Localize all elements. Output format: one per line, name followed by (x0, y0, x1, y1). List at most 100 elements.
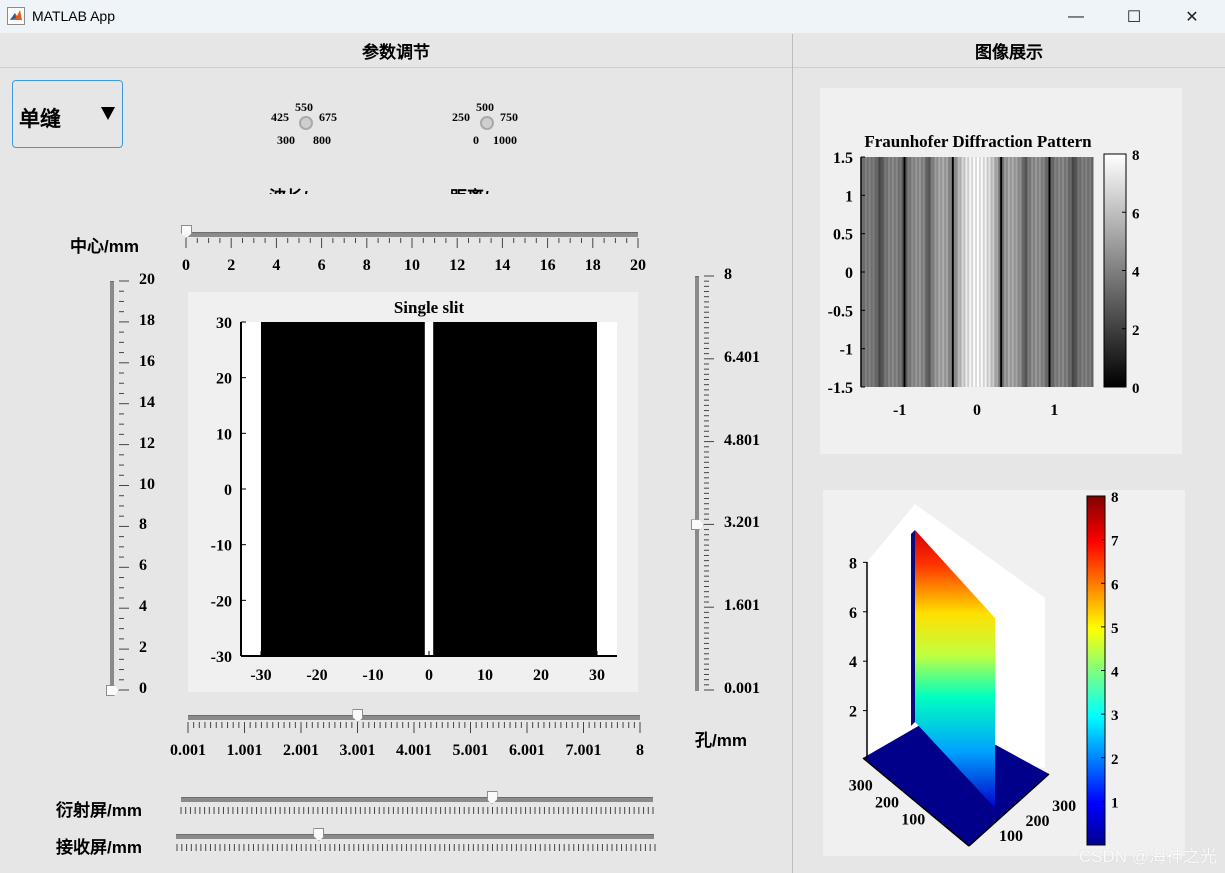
knob-tick: 675 (319, 110, 337, 124)
center-slider-tick-label: 18 (584, 257, 601, 274)
surface-ridge-side (911, 530, 915, 726)
surface-plot: 864230020010010020030087654321 (849, 490, 1119, 847)
diffraction-screen-slider-ticks (180, 807, 654, 814)
colorbar-tick-label: 8 (1132, 148, 1140, 164)
center-slider-tick-label: 0 (182, 257, 190, 274)
colorbar-tick-label: 6 (1111, 577, 1119, 593)
colorbar-tick-label: 5 (1111, 621, 1119, 637)
hole-vertical-slider-track[interactable] (695, 276, 699, 691)
hole-slider-tick-label: 8 (724, 266, 732, 283)
bottom-slider-tick-label: 5.001 (452, 742, 489, 759)
x-tick-label: 300 (849, 777, 873, 794)
minimize-icon: — (1068, 7, 1084, 25)
colorbar-tick-label: 4 (1132, 265, 1140, 281)
slit-mode-selected: 单缝 (19, 108, 61, 131)
slit-mode-dropdown[interactable]: 单缝 (12, 80, 123, 148)
hole-slider-tick-label: 6.401 (724, 348, 760, 366)
hole-label: 孔/mm (695, 731, 747, 750)
y-tick-label: 10 (216, 426, 232, 443)
hole-slider-tick-label: 0.001 (724, 680, 760, 697)
colorbar-tick-label: 3 (1111, 708, 1119, 724)
knob-tick: 550 (295, 100, 313, 114)
caret-down-icon (101, 107, 115, 120)
close-button[interactable]: ✕ (1163, 0, 1221, 33)
z-tick-label: 6 (849, 605, 857, 622)
pattern-stripe (1091, 157, 1094, 387)
knob-tick: 425 (271, 110, 289, 124)
close-icon: ✕ (1185, 8, 1199, 26)
x-tick-label: 10 (477, 667, 493, 684)
y-tick-label: 30 (216, 315, 232, 332)
wavelength-label: 波长/nm (269, 183, 355, 194)
colorbar-tick-label: 6 (1132, 206, 1140, 222)
y-tick-label: 20 (216, 371, 232, 388)
wavelength-knob[interactable] (299, 116, 313, 130)
knob-tick: 500 (476, 100, 494, 114)
y-tick-label: 1 (845, 188, 853, 205)
y-tick-label: -1 (840, 342, 853, 359)
diffraction-screen-label: 衍射屏/mm (56, 801, 142, 820)
y-tick-label: 1.5 (833, 150, 853, 167)
left-slider-tick-label: 4 (139, 598, 147, 616)
center-slider-tick-label: 10 (404, 257, 420, 274)
center-slider-tick-label: 4 (272, 257, 281, 274)
colorbar-tick-label: 4 (1111, 665, 1119, 681)
x-tick-label: 200 (875, 795, 899, 812)
hole-vertical-slider-ticks (704, 275, 714, 691)
z-tick-label: 8 (849, 555, 857, 572)
x-tick-label: 0 (425, 667, 433, 684)
y-tick-label: 100 (999, 828, 1023, 845)
z-tick-label: 4 (849, 654, 857, 671)
y-tick-label: -20 (211, 593, 232, 610)
colorbar-tick-label: 2 (1132, 323, 1140, 339)
bottom-slider-tick-label: 8 (636, 742, 644, 759)
left-slider-tick-label: 10 (139, 475, 155, 493)
x-tick-label: 0 (973, 402, 981, 419)
knob-tick: 750 (500, 110, 518, 124)
knob-tick: 300 (277, 133, 295, 147)
left-vertical-slider-track[interactable] (110, 281, 114, 691)
bottom-slider-ticks (187, 722, 641, 733)
knob-tick: 1000 (493, 133, 517, 147)
hole-slider-tick-label: 1.601 (724, 597, 760, 615)
hole-slider-tick-label: 4.801 (724, 431, 760, 449)
left-slider-tick-label: 8 (139, 516, 147, 534)
left-slider-tick-label: 20 (139, 271, 155, 288)
y-tick-label: 0 (845, 265, 853, 282)
left-slider-tick-label: 0 (139, 680, 147, 697)
maximize-button[interactable]: ☐ (1105, 0, 1163, 33)
distance-knob-group: 500 250 750 0 1000 距离/mm (446, 100, 536, 194)
center-label: 中心/mm (70, 237, 139, 256)
colorbar-tick-label: 1 (1111, 795, 1119, 811)
left-slider-tick-label: 12 (139, 434, 155, 452)
left-slider-tick-label: 18 (139, 311, 155, 329)
window-title: MATLAB App (32, 8, 116, 24)
center-slider-tick-label: 2 (227, 257, 236, 274)
receiving-screen-slider-track[interactable] (176, 834, 654, 839)
matlab-icon (7, 7, 25, 25)
bottom-slider-tick-label: 0.001 (170, 742, 206, 759)
image-display-panel-title: 图像展示 (793, 34, 1225, 68)
x-tick-label: -30 (250, 667, 271, 684)
x-tick-label: -20 (306, 667, 327, 684)
z-tick-label: 2 (849, 704, 857, 721)
diffraction-screen-slider-track[interactable] (181, 797, 653, 802)
x-tick-label: -10 (362, 667, 383, 684)
y-tick-label: -0.5 (828, 303, 853, 320)
colorbar-tick-label: 8 (1111, 490, 1119, 506)
knob-tick: 800 (313, 133, 331, 147)
left-slider-tick-label: 2 (139, 639, 147, 657)
left-slider-tick-label: 6 (139, 557, 147, 575)
bottom-slider-tick-label: 2.001 (283, 742, 319, 759)
x-tick-label: 30 (589, 667, 605, 684)
y-tick-label: -1.5 (828, 380, 853, 397)
receiving-screen-slider-ticks (176, 844, 656, 851)
fraunhofer-axes: Fraunhofer Diffraction Pattern -1 0 1 1.5 1 0… (820, 88, 1182, 454)
colorbar-tick-label: 0 (1132, 381, 1140, 397)
knob-tick: 250 (452, 110, 470, 124)
surface-axes: 8 6 4 2 300 200 100 100 200 300 8 7 6 5 4 3 2 1 (823, 490, 1185, 856)
bottom-slider-tick-label: 3.001 (339, 742, 376, 759)
minimize-button[interactable]: — (1047, 0, 1105, 33)
center-slider-tick-label: 12 (449, 257, 466, 274)
distance-knob[interactable] (480, 116, 494, 130)
